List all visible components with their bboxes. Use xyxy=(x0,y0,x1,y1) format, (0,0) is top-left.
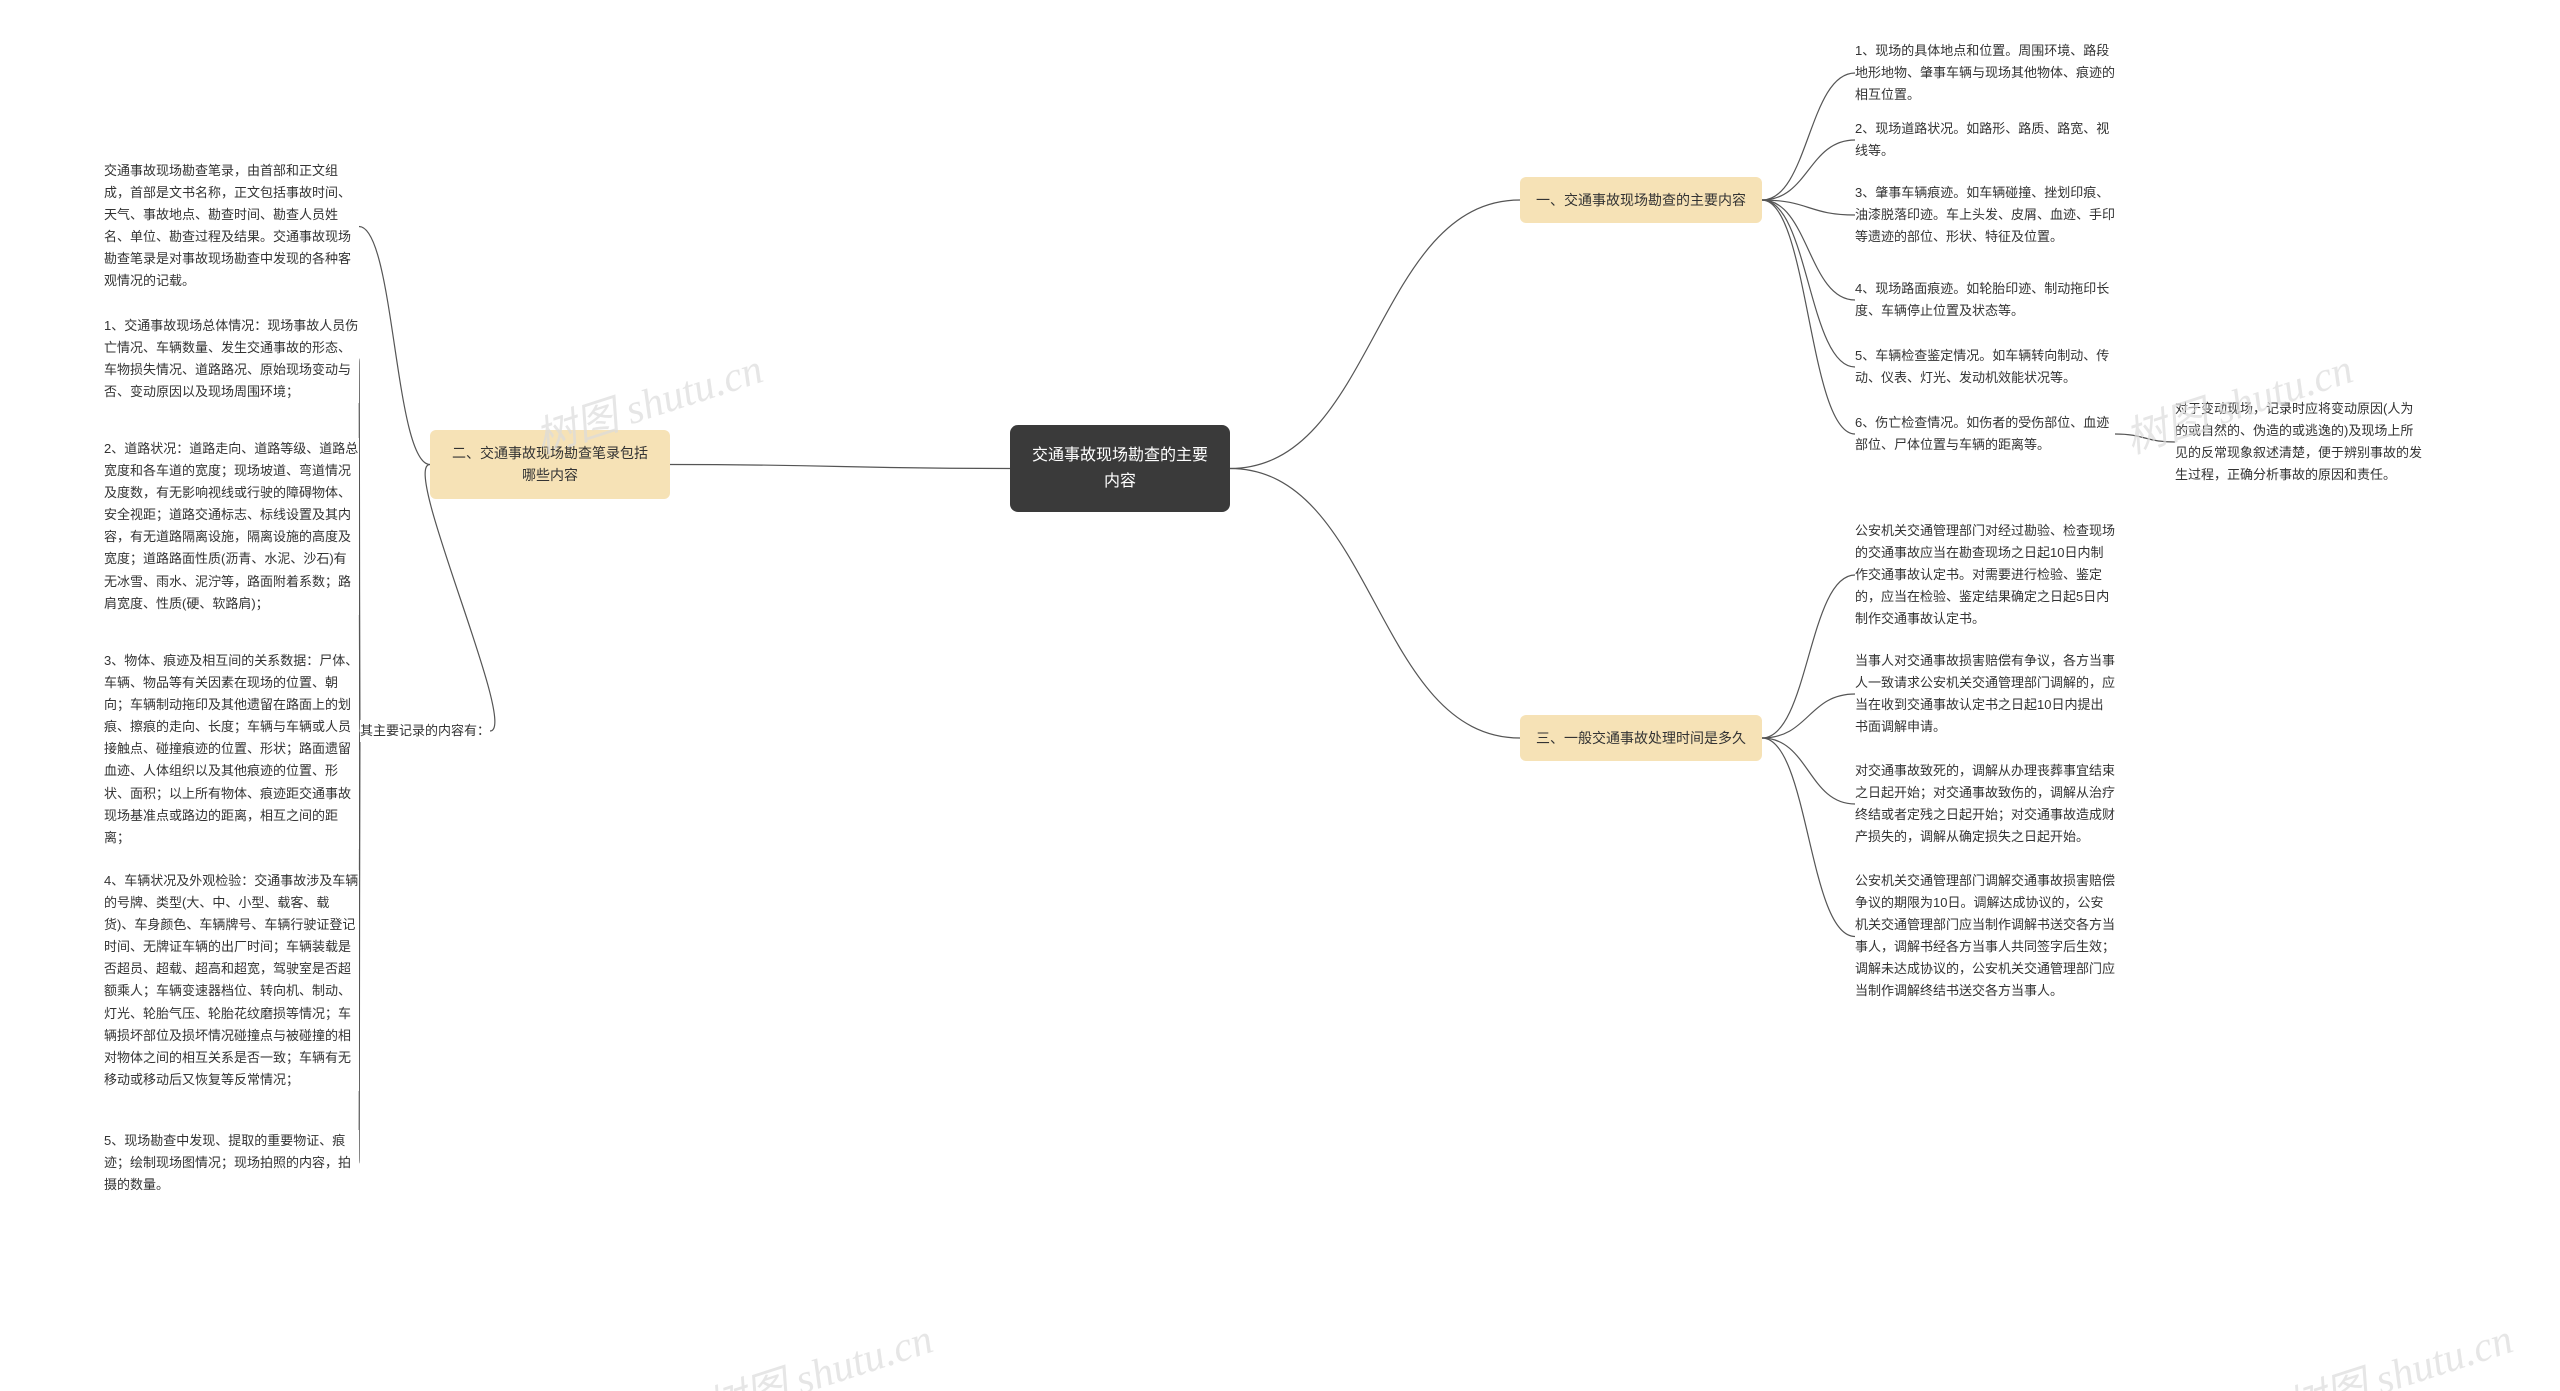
section-1-item-4: 4、现场路面痕迹。如轮胎印迹、制动拖印长度、车辆停止位置及状态等。 xyxy=(1855,278,2115,322)
section-1-item-2: 2、现场道路状况。如路形、路质、路宽、视线等。 xyxy=(1855,118,2115,162)
section-3[interactable]: 三、一般交通事故处理时间是多久 xyxy=(1520,715,1762,761)
section-1-title: 一、交通事故现场勘查的主要内容 xyxy=(1536,192,1746,208)
section-2-sublabel: 其主要记录的内容有： xyxy=(360,720,490,742)
section-3-item-3: 对交通事故致死的，调解从办理丧葬事宜结束之日起开始；对交通事故致伤的，调解从治疗… xyxy=(1855,760,2115,848)
section-2-title: 二、交通事故现场勘查笔录包括哪些内容 xyxy=(452,445,648,483)
section-3-item-4: 公安机关交通管理部门调解交通事故损害赔偿争议的期限为10日。调解达成协议的，公安… xyxy=(1855,870,2115,1003)
section-2[interactable]: 二、交通事故现场勘查笔录包括哪些内容 xyxy=(430,430,670,499)
section-2-intro: 交通事故现场勘查笔录，由首部和正文组成，首部是文书名称，正文包括事故时间、天气、… xyxy=(104,160,359,293)
section-1-item-3: 3、肇事车辆痕迹。如车辆碰撞、挫划印痕、油漆脱落印迹。车上头发、皮屑、血迹、手印… xyxy=(1855,182,2115,248)
section-3-item-1: 公安机关交通管理部门对经过勘验、检查现场的交通事故应当在勘查现场之日起10日内制… xyxy=(1855,520,2115,630)
section-2-item-4: 4、车辆状况及外观检验：交通事故涉及车辆的号牌、类型(大、中、小型、载客、载货)… xyxy=(104,870,359,1091)
section-1-item-6: 6、伤亡检查情况。如伤者的受伤部位、血迹部位、尸体位置与车辆的距离等。 xyxy=(1855,412,2115,456)
section-1[interactable]: 一、交通事故现场勘查的主要内容 xyxy=(1520,177,1762,223)
section-1-item-6-note: 对于变动现场，记录时应将变动原因(人为的或自然的、伪造的或逃逸的)及现场上所见的… xyxy=(2175,398,2425,486)
section-2-item-3: 3、物体、痕迹及相互间的关系数据：尸体、车辆、物品等有关因素在现场的位置、朝向；… xyxy=(104,650,359,849)
root-title-line1: 交通事故现场勘查的主要 xyxy=(1032,447,1208,464)
section-2-item-2: 2、道路状况：道路走向、道路等级、道路总宽度和各车道的宽度；现场坡道、弯道情况及… xyxy=(104,438,359,615)
section-2-item-1: 1、交通事故现场总体情况：现场事故人员伤亡情况、车辆数量、发生交通事故的形态、车… xyxy=(104,315,359,403)
connector-canvas xyxy=(0,0,2560,1391)
section-1-item-5: 5、车辆检查鉴定情况。如车辆转向制动、传动、仪表、灯光、发动机效能状况等。 xyxy=(1855,345,2115,389)
root-node[interactable]: 交通事故现场勘查的主要 内容 xyxy=(1010,425,1230,512)
section-3-title: 三、一般交通事故处理时间是多久 xyxy=(1536,730,1746,746)
section-1-item-1: 1、现场的具体地点和位置。周围环境、路段地形地物、肇事车辆与现场其他物体、痕迹的… xyxy=(1855,40,2115,106)
section-2-item-5: 5、现场勘查中发现、提取的重要物证、痕迹；绘制现场图情况；现场拍照的内容，拍摄的… xyxy=(104,1130,359,1196)
root-title-line2: 内容 xyxy=(1104,473,1136,490)
section-3-item-2: 当事人对交通事故损害赔偿有争议，各方当事人一致请求公安机关交通管理部门调解的，应… xyxy=(1855,650,2115,738)
